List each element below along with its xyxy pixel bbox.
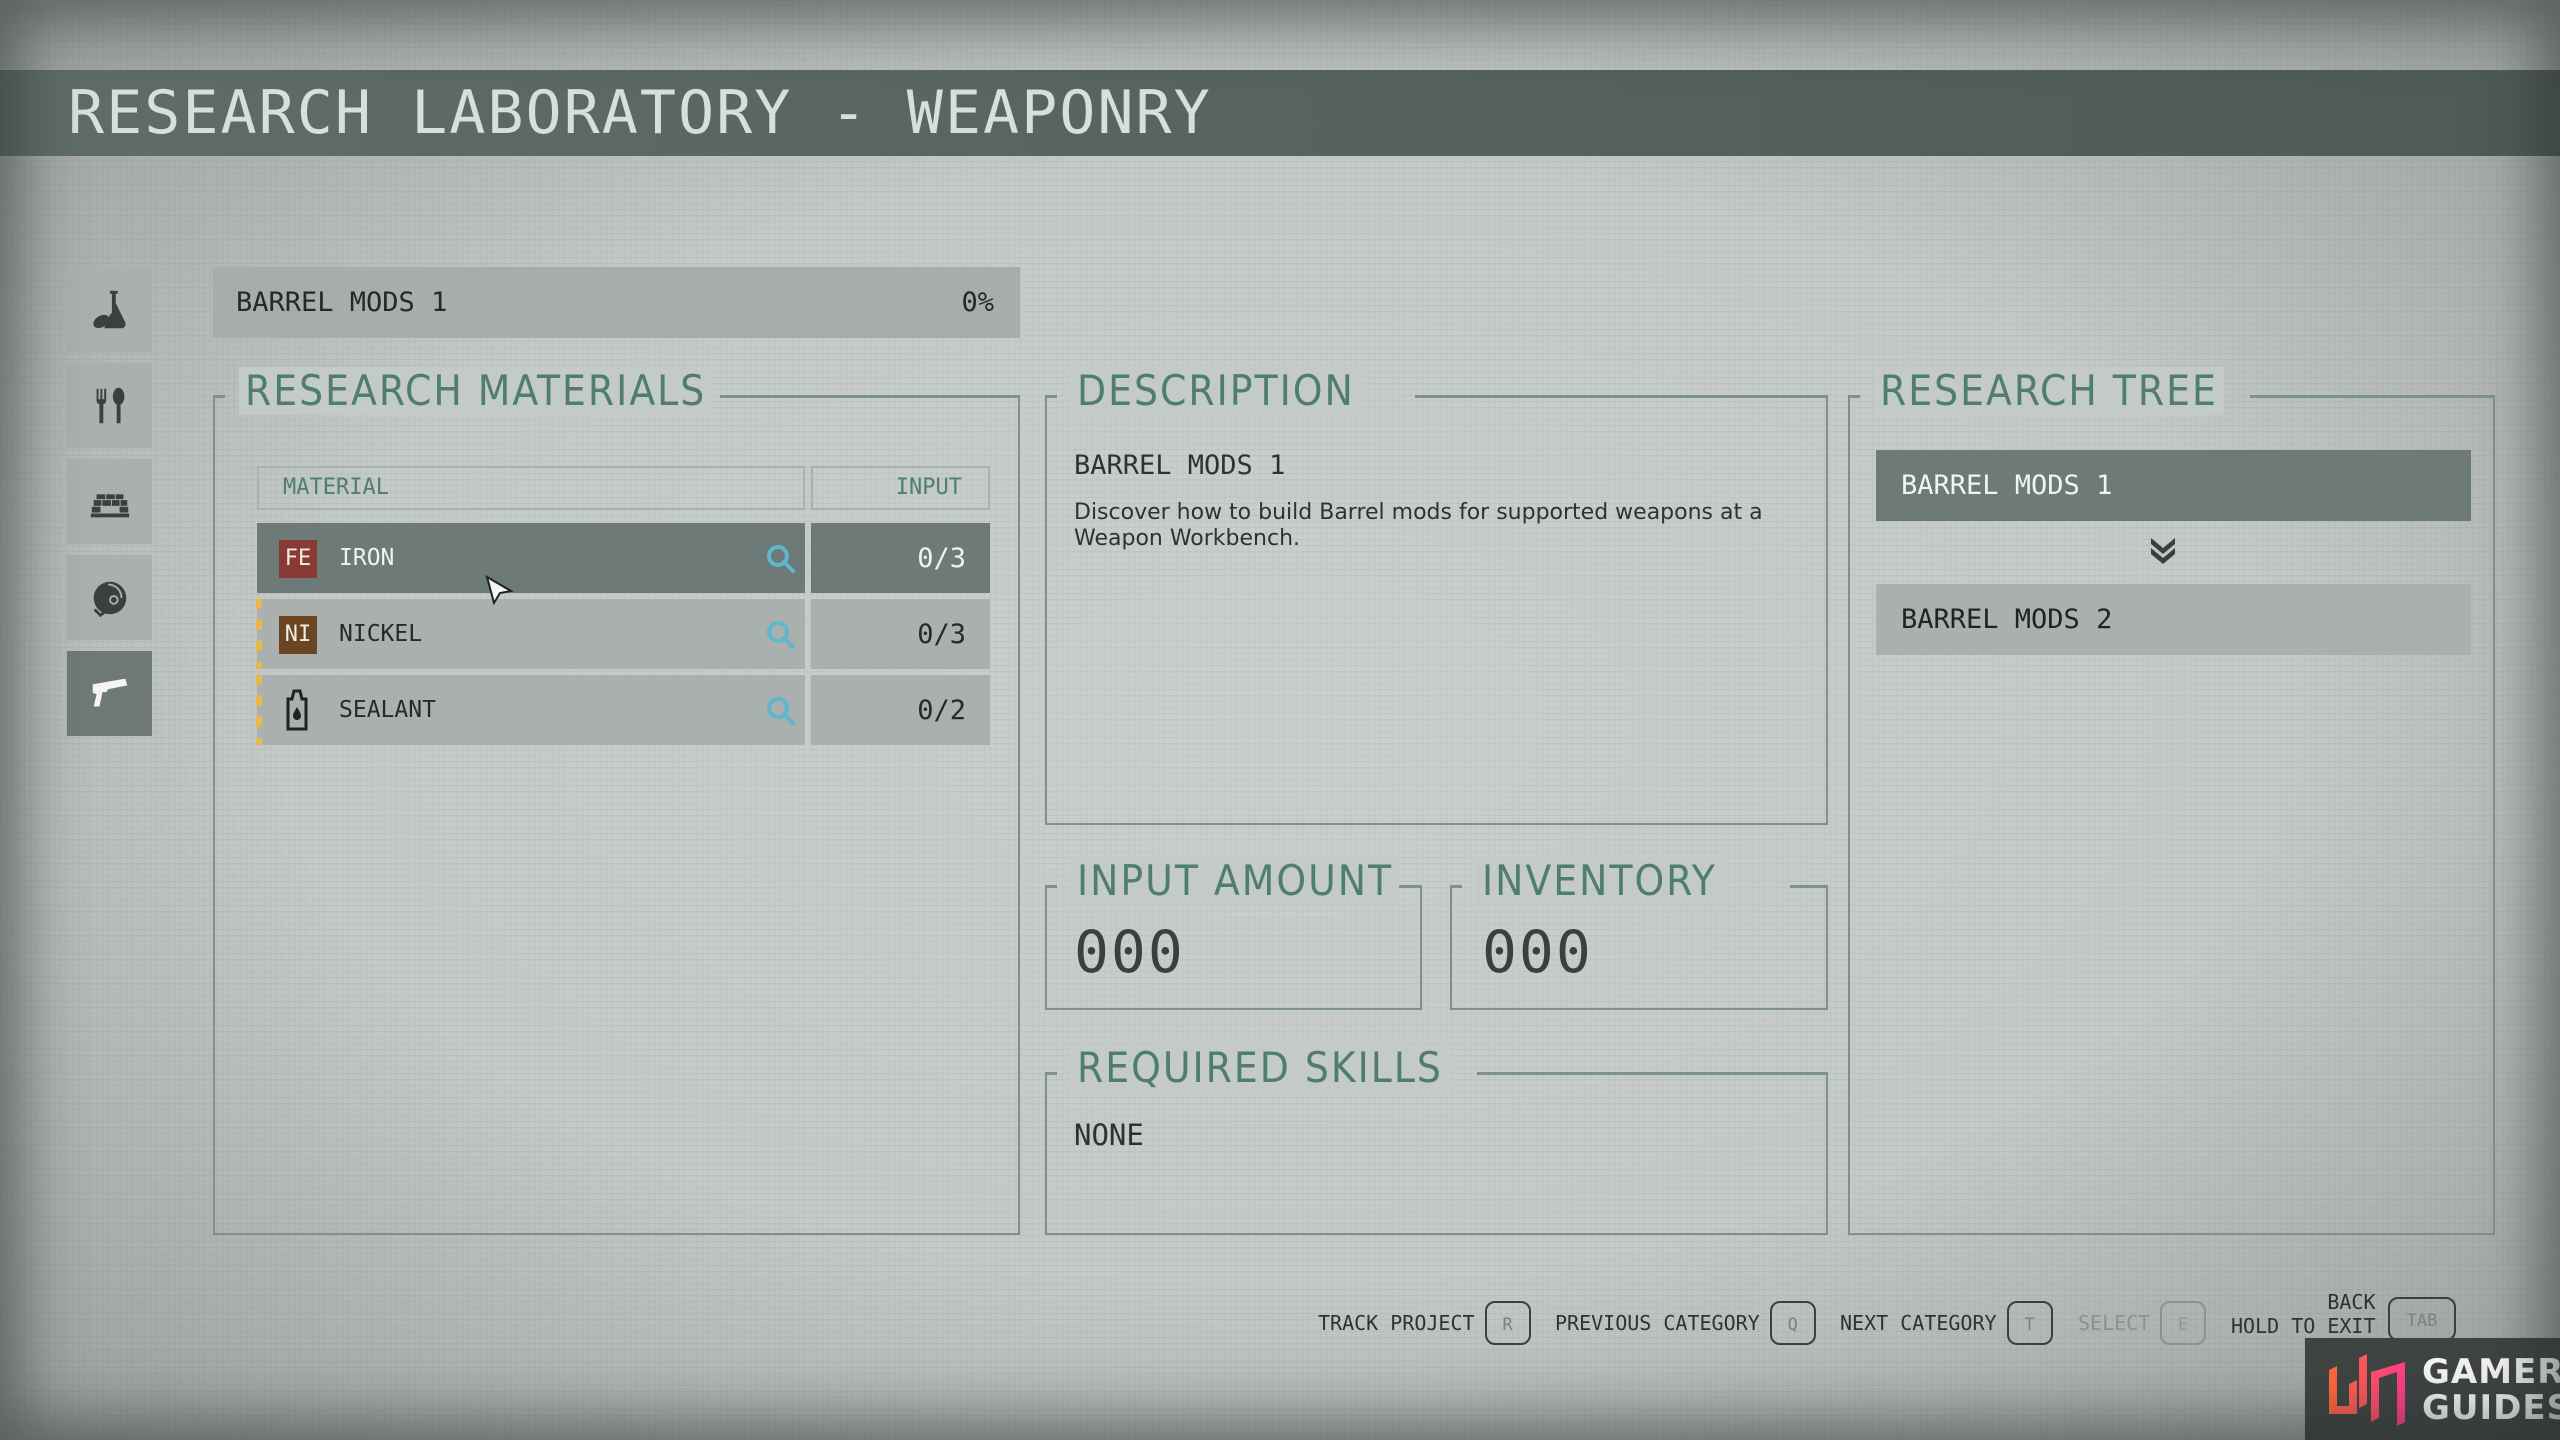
description-text: Discover how to build Barrel mods for su… [1074, 500, 1763, 551]
panel-frame [1045, 395, 1057, 398]
element-badge: NI [279, 616, 317, 654]
hint-label: NEXT CATEGORY [1840, 1311, 1997, 1335]
panel-title: INVENTORY [1476, 857, 1723, 905]
warning-stripe [256, 599, 262, 669]
required-skills-value: NONE [1074, 1118, 1144, 1152]
research-materials-panel: RESEARCH MATERIALS [213, 367, 1020, 1235]
material-row-nickel[interactable]: NI NICKEL 0/3 [256, 599, 990, 669]
panel-frame [1477, 1072, 1828, 1075]
sealant-bottle-icon [286, 689, 308, 731]
panel-frame [1848, 395, 1860, 398]
material-name-cell: SEALANT [257, 675, 805, 745]
panel-title: RESEARCH TREE [1874, 367, 2224, 415]
inventory-value: 000 [1482, 918, 1593, 986]
back-hint[interactable]: BACK HOLD TO EXIT [2231, 1290, 2376, 1338]
material-name: NICKEL [339, 621, 423, 647]
material-row-sealant[interactable]: SEALANT 0/2 [256, 675, 990, 745]
search-icon[interactable] [765, 619, 797, 651]
project-progress: 0% [961, 287, 994, 318]
panel-title: RESEARCH MATERIALS [239, 367, 713, 415]
project-name: BARREL MODS 1 [236, 287, 448, 318]
gamer-guides-logo-icon [2329, 1354, 2405, 1426]
input-amount-value[interactable]: 000 [1074, 918, 1185, 986]
material-row-iron[interactable]: FE IRON 0/3 [257, 523, 990, 593]
search-icon[interactable] [765, 695, 797, 727]
key-t[interactable]: T [2006, 1301, 2053, 1345]
previous-category-hint[interactable]: PREVIOUS CATEGORY Q [1555, 1300, 1816, 1346]
key-e[interactable]: E [2160, 1301, 2207, 1345]
material-input-cell: 0/3 [811, 523, 990, 593]
pistol-icon [92, 678, 127, 706]
select-hint[interactable]: SELECT E [2078, 1300, 2207, 1346]
panel-title: DESCRIPTION [1071, 367, 1361, 415]
mouse-cursor-icon [485, 575, 514, 606]
header-bar: RESEARCH LABORATORY - WEAPONRY [0, 70, 2560, 156]
material-name: SEALANT [339, 697, 436, 723]
watermark-line2: GUIDES [2422, 1388, 2560, 1428]
panel-title: REQUIRED SKILLS [1071, 1044, 1449, 1092]
panel-frame [1450, 885, 1462, 888]
material-name: IRON [339, 545, 395, 571]
tree-node-barrel-mods-2[interactable]: BARREL MODS 2 [1876, 584, 2471, 655]
key-q[interactable]: Q [1769, 1301, 1816, 1345]
panel-title: INPUT AMOUNT [1071, 857, 1400, 905]
material-quantity: 0/3 [917, 543, 966, 574]
hint-label: PREVIOUS CATEGORY [1555, 1311, 1760, 1335]
material-input-cell: 0/3 [811, 599, 990, 669]
key-tab[interactable]: TAB [2388, 1297, 2456, 1341]
panel-frame [1790, 885, 1828, 888]
double-chevron-down-icon [2151, 538, 2175, 564]
material-name-cell: FE IRON [257, 523, 805, 593]
panel-frame [1045, 885, 1057, 888]
helmet-icon [93, 581, 126, 617]
tree-node-label: BARREL MODS 1 [1901, 470, 2113, 501]
material-quantity: 0/2 [917, 695, 966, 726]
tree-node-barrel-mods-1[interactable]: BARREL MODS 1 [1876, 450, 2471, 521]
column-header-input: INPUT [811, 466, 990, 510]
research-tree-panel: RESEARCH TREE [1848, 367, 2495, 1235]
required-skills-panel: REQUIRED SKILLS [1045, 1044, 1828, 1235]
hint-label: TRACK PROJECT [1318, 1311, 1475, 1335]
panel-frame [2250, 395, 2495, 398]
sidebar-item-equipment[interactable] [67, 555, 152, 640]
fork-spoon-icon [96, 387, 124, 423]
description-heading: BARREL MODS 1 [1074, 450, 1286, 481]
sidebar-item-outpost[interactable] [67, 459, 152, 544]
hold-to-exit-label: HOLD TO EXIT [2231, 1314, 2376, 1338]
panel-frame [720, 395, 1020, 398]
panel-frame [213, 395, 225, 398]
material-name-cell: NI NICKEL [257, 599, 805, 669]
key-r[interactable]: R [1484, 1301, 1531, 1345]
column-header-material: MATERIAL [257, 466, 805, 510]
gamer-guides-watermark: GAMER GUIDES [2305, 1338, 2560, 1440]
bricks-icon [90, 493, 129, 517]
material-input-cell: 0/2 [811, 675, 990, 745]
panel-frame [1045, 1072, 1057, 1075]
warning-stripe [256, 675, 262, 745]
tree-node-label: BARREL MODS 2 [1901, 604, 2113, 635]
track-project-hint[interactable]: TRACK PROJECT R [1318, 1300, 1531, 1346]
material-quantity: 0/3 [917, 619, 966, 650]
panel-frame [1415, 395, 1828, 398]
sidebar-item-food[interactable] [67, 363, 152, 448]
page-title: RESEARCH LABORATORY - WEAPONRY [68, 78, 1212, 148]
hint-label: SELECT [2078, 1311, 2151, 1335]
watermark-line1: GAMER [2422, 1352, 2560, 1392]
flask-pills-icon [92, 290, 126, 328]
sidebar-item-pharmacology[interactable] [67, 267, 152, 352]
element-badge: FE [279, 540, 317, 578]
search-icon[interactable] [765, 543, 797, 575]
sidebar-item-weaponry[interactable] [67, 651, 152, 736]
next-category-hint[interactable]: NEXT CATEGORY T [1840, 1300, 2053, 1346]
back-label: BACK [2327, 1290, 2376, 1314]
active-project-bar[interactable]: BARREL MODS 1 0% [213, 267, 1020, 338]
